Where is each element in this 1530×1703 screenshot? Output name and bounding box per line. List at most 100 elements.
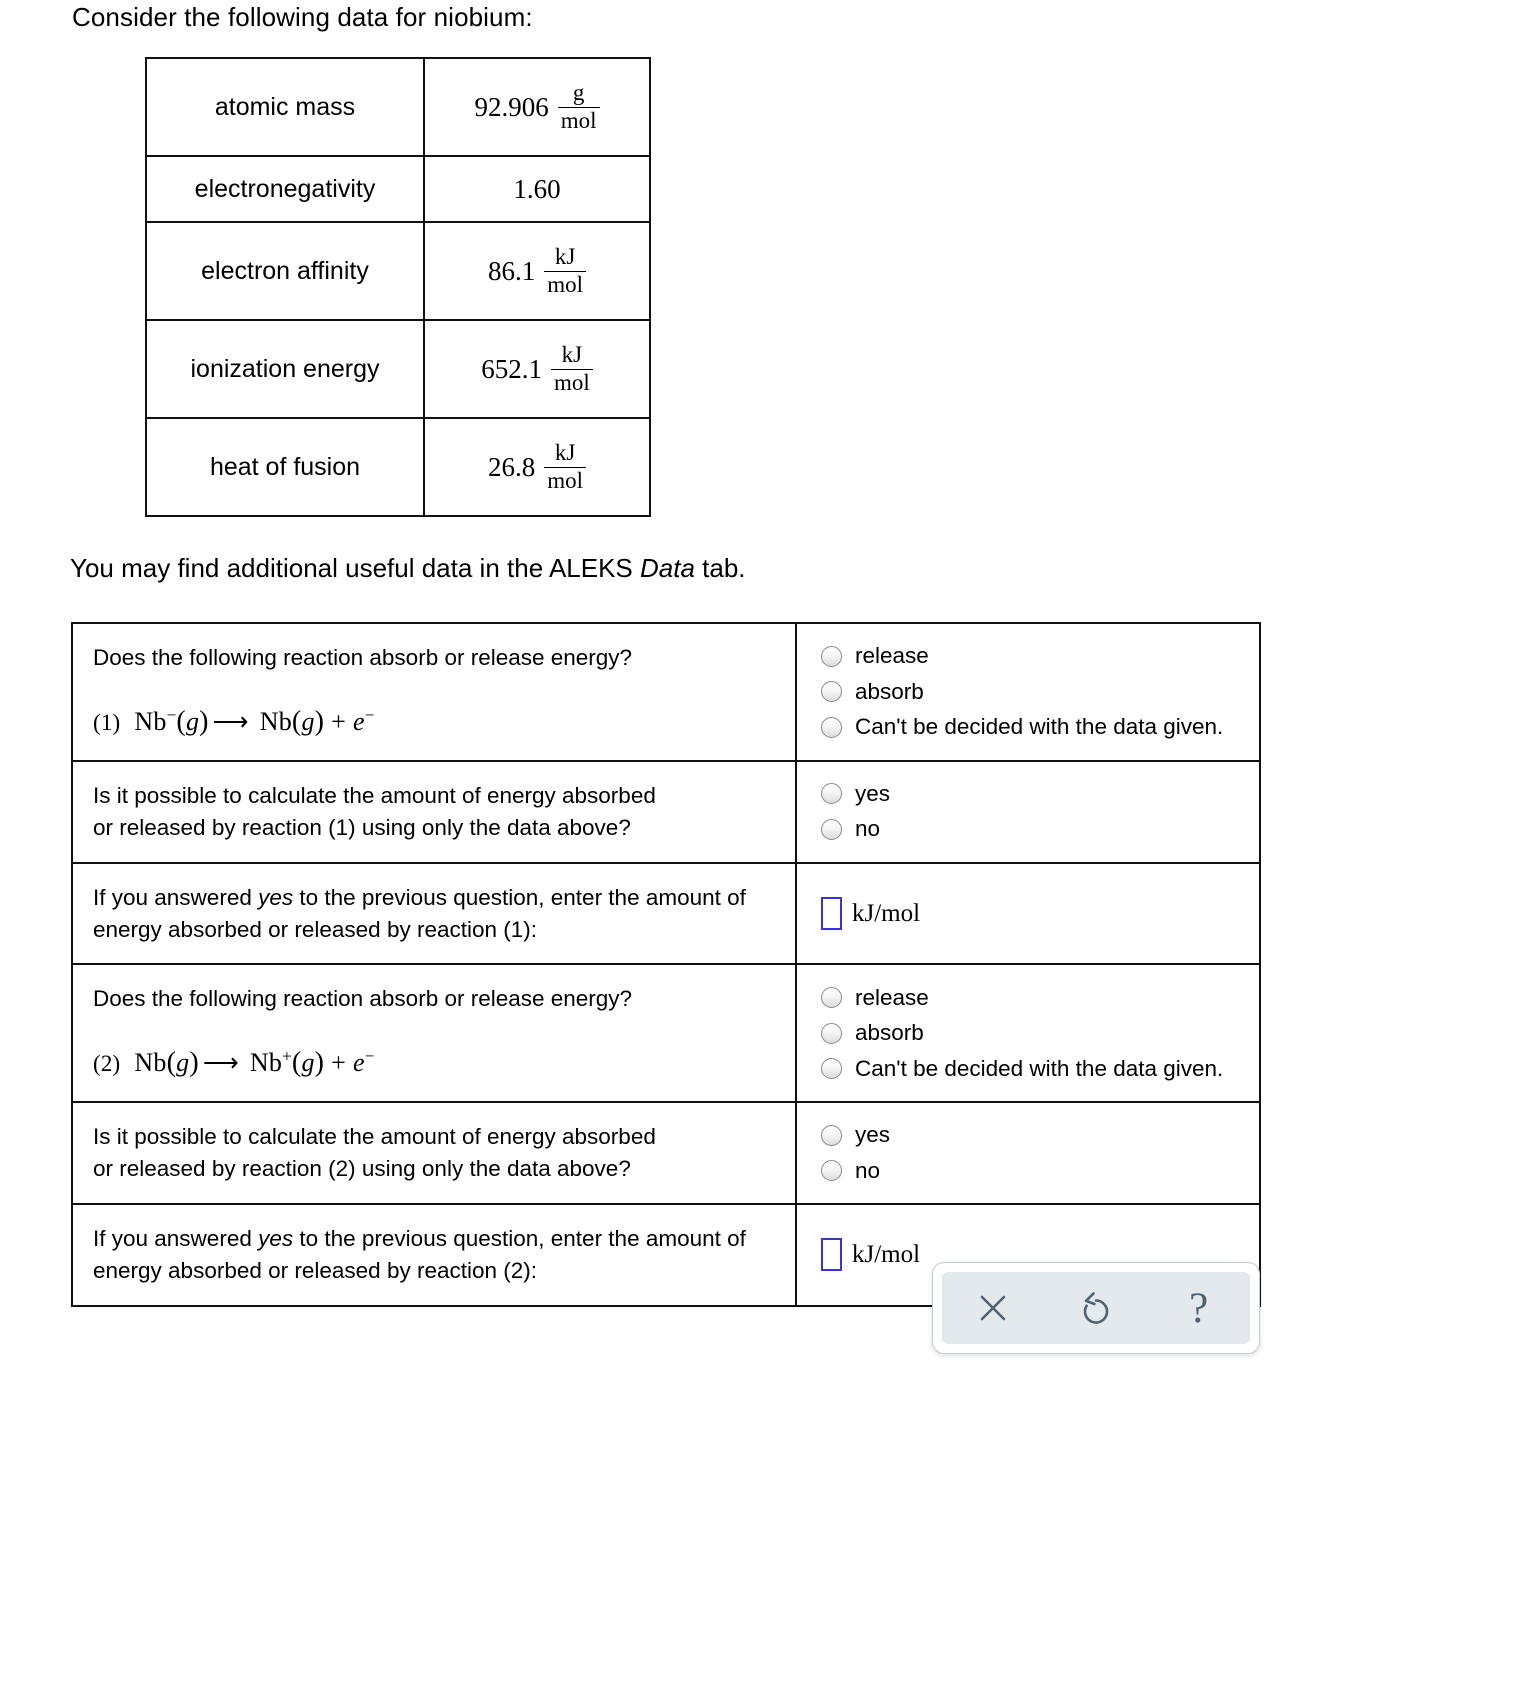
product-symbol: Nb — [249, 1048, 283, 1078]
worksheet-page: Consider the following data for niobium:… — [0, 0, 1530, 1703]
prompt-text: Does the following reaction absorb or re… — [93, 986, 633, 1012]
radio-group-2: yes no — [821, 780, 1259, 841]
radio-group-5: yes no — [821, 1124, 1259, 1182]
page-title: Consider the following data for niobium: — [72, 2, 533, 32]
radio-button-icon[interactable] — [821, 645, 842, 667]
radio-button-icon[interactable] — [821, 783, 842, 805]
value-number: 86.1 — [487, 255, 536, 286]
unit-denominator: mol — [550, 369, 593, 395]
radio-option-release[interactable]: release — [821, 984, 1259, 1010]
question-prompt-4: Does the following reaction absorb or re… — [71, 963, 797, 1104]
question-grid: Does the following reaction absorb or re… — [71, 622, 1261, 1307]
reaction-arrow: ⟶ — [212, 708, 249, 736]
unit-fraction: kJ mol — [550, 341, 593, 396]
prompt-text-part1: If you answered — [93, 884, 259, 910]
energy-input-1[interactable] — [821, 897, 842, 930]
table-row: electron affinity 86.1 kJ mol — [145, 221, 651, 321]
property-value: 652.1 kJ mol — [423, 319, 651, 419]
unit-fraction: kJ mol — [544, 439, 587, 494]
unit-label: kJ/mol — [852, 899, 921, 927]
radio-option-absorb[interactable]: absorb — [821, 680, 1259, 704]
radio-option-yes[interactable]: yes — [821, 1124, 1259, 1147]
help-button[interactable]: ? — [1171, 1280, 1227, 1336]
reactant-state: g — [185, 706, 200, 736]
value-number: 652.1 — [481, 353, 542, 384]
property-label: ionization energy — [145, 319, 425, 419]
question-row-3: If you answered yes to the previous ques… — [71, 861, 1261, 966]
electron-symbol: e — [353, 1048, 365, 1078]
value-number: 26.8 — [487, 451, 536, 482]
unit-denominator: mol — [557, 107, 600, 133]
radio-button-icon[interactable] — [821, 987, 842, 1009]
radio-button-icon[interactable] — [821, 681, 842, 703]
plus-sign: + — [331, 1048, 347, 1078]
reset-button[interactable] — [1068, 1280, 1124, 1336]
prompt-text: Does the following reaction absorb or re… — [93, 645, 633, 670]
unit-numerator: kJ — [561, 341, 583, 367]
unit-fraction: kJ mol — [544, 243, 587, 298]
reactant-charge: − — [166, 705, 177, 725]
question-row-1: Does the following reaction absorb or re… — [71, 622, 1261, 762]
option-label: release — [855, 984, 929, 1010]
radio-option-absorb[interactable]: absorb — [821, 1022, 1259, 1045]
option-label: no — [855, 1157, 881, 1183]
reaction-index: (1) — [93, 709, 121, 735]
property-label: atomic mass — [145, 57, 425, 157]
option-label: yes — [855, 1122, 891, 1148]
product-charge: + — [282, 1046, 292, 1066]
niobium-data-table: atomic mass 92.906 g mol electronegativi… — [145, 57, 651, 517]
radio-option-no[interactable]: no — [821, 1157, 1259, 1183]
radio-button-icon[interactable] — [821, 1160, 842, 1182]
radio-button-icon[interactable] — [821, 1124, 842, 1146]
radio-group-1: release absorb Can't be decided with the… — [821, 645, 1259, 739]
prompt-text-italic: yes — [258, 1226, 294, 1251]
question-mark-icon: ? — [1189, 1284, 1209, 1332]
value-number: 92.906 — [474, 91, 549, 122]
radio-option-release[interactable]: release — [821, 645, 1259, 668]
table-row: heat of fusion 26.8 kJ mol — [145, 417, 651, 517]
reactant-symbol: Nb — [134, 1048, 167, 1078]
unit-fraction: g mol — [557, 79, 600, 134]
unit-label: kJ/mol — [852, 1240, 921, 1268]
option-label: release — [855, 643, 929, 669]
table-row: atomic mass 92.906 g mol — [145, 57, 651, 157]
question-row-2: Is it possible to calculate the amount o… — [71, 759, 1261, 864]
value-number: 1.60 — [513, 173, 561, 204]
table-row: ionization energy 652.1 kJ mol — [145, 319, 651, 419]
electron-charge: − — [364, 1046, 375, 1066]
energy-input-2[interactable] — [821, 1238, 842, 1272]
electron-symbol: e — [353, 706, 365, 736]
undo-icon — [1079, 1290, 1113, 1326]
radio-button-icon[interactable] — [821, 1058, 842, 1080]
reaction-equation-1: (1) Nb−(g) ⟶ Nb(g) + e− — [93, 705, 375, 737]
prompt-text-part1: If you answered — [93, 1226, 259, 1251]
radio-option-yes[interactable]: yes — [821, 780, 1259, 806]
radio-option-no[interactable]: no — [821, 818, 1259, 841]
unit-denominator: mol — [544, 467, 587, 493]
property-value: 86.1 kJ mol — [423, 221, 651, 321]
unit-numerator: kJ — [554, 439, 576, 465]
answer-cell-2: yes no — [795, 759, 1261, 864]
clear-button[interactable] — [965, 1280, 1021, 1336]
unit-numerator: kJ — [554, 243, 576, 269]
product-state: g — [301, 706, 315, 736]
answer-cell-4: release absorb Can't be decided with the… — [795, 963, 1261, 1104]
radio-button-icon[interactable] — [821, 818, 842, 840]
radio-option-cant-be-decided[interactable]: Can't be decided with the data given. — [821, 716, 1259, 739]
radio-button-icon[interactable] — [821, 1022, 842, 1044]
reactant-state: g — [176, 1048, 190, 1078]
plus-sign: + — [331, 706, 347, 736]
option-label: yes — [855, 780, 891, 806]
table-row: electronegativity 1.60 — [145, 155, 651, 223]
radio-button-icon[interactable] — [821, 716, 842, 738]
reaction-arrow: ⟶ — [202, 1050, 239, 1078]
property-value: 92.906 g mol — [423, 57, 651, 157]
option-label: absorb — [855, 1020, 924, 1046]
question-prompt-2: Is it possible to calculate the amount o… — [71, 759, 797, 864]
option-label: no — [855, 816, 881, 842]
question-row-5: Is it possible to calculate the amount o… — [71, 1101, 1261, 1205]
electron-charge: − — [364, 705, 375, 725]
radio-option-cant-be-decided[interactable]: Can't be decided with the data given. — [821, 1057, 1259, 1081]
unit-numerator: g — [572, 79, 585, 105]
property-label: electron affinity — [145, 221, 425, 321]
